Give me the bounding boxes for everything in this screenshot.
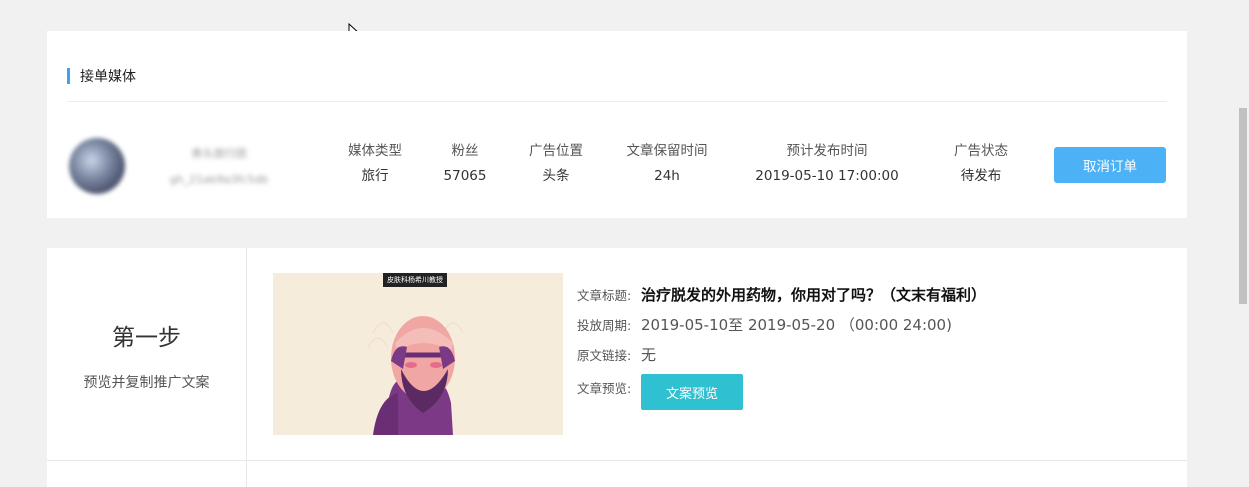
field-label: 文章预览: [577,381,632,396]
article-preview-row: 文章预览: 文案预览 [577,374,986,410]
stat-value: 57065 [443,168,487,184]
field-label: 投放周期: [577,318,632,333]
stat-label: 媒体类型 [348,143,402,159]
stat-fans: 粉丝 57065 [425,141,505,186]
article-title-row: 文章标题: 治疗脱发的外用药物，你用对了吗？（文末有福利） [577,284,986,305]
stat-value: 2019-05-10 17:00:00 [755,168,899,184]
step-title: 第一步 [112,325,181,351]
stat-label: 文章保留时间 [626,143,708,159]
stat-media-type: 媒体类型 旅行 [330,141,420,186]
bald-man-illustration [367,316,464,435]
step-subtitle: 预览并复制推广文案 [83,375,210,391]
field-label: 文章标题: [577,288,632,303]
cancel-order-button[interactable]: 取消订单 [1054,147,1166,183]
article-link: 无 [641,346,657,364]
article-cover-image: 皮肤科杨希川教授 [273,273,563,435]
stat-label: 广告状态 [954,143,1008,159]
article-period-row: 投放周期: 2019-05-10至 2019-05-20 （00:00 24:0… [577,314,986,335]
media-order-card: 接单媒体 券头旅行团 gh_21ab9a3fc5db 媒体类型 旅行 粉丝 57… [47,31,1187,218]
step-label-panel: 第一步 预览并复制推广文案 [47,248,247,460]
media-name: 券头旅行团 [191,147,247,160]
copy-preview-button[interactable]: 文案预览 [641,374,743,410]
stat-publish-time: 预计发布时间 2019-05-10 17:00:00 [747,141,907,186]
stat-value: 待发布 [960,168,1002,184]
stat-retention-time: 文章保留时间 24h [612,141,722,186]
article-info: 文章标题: 治疗脱发的外用药物，你用对了吗？（文末有福利） 投放周期: 2019… [577,284,986,419]
scrollbar-thumb[interactable] [1239,108,1247,304]
stat-value: 头条 [542,168,570,184]
divider [67,101,1167,102]
section-title-accent [67,68,70,84]
article-title: 治疗脱发的外用药物，你用对了吗？（文末有福利） [641,286,987,304]
stat-value: 24h [654,168,680,184]
stat-label: 粉丝 [451,143,479,159]
avatar [69,138,125,194]
stat-label: 预计发布时间 [786,143,868,159]
stat-label: 广告位置 [529,143,583,159]
stat-value: 旅行 [361,168,389,184]
section-title: 接单媒体 [67,67,136,85]
media-info: 券头旅行团 gh_21ab9a3fc5db [159,141,279,193]
field-label: 原文链接: [577,348,632,363]
next-step-panel [47,461,247,487]
stat-ad-position: 广告位置 头条 [511,141,601,186]
section-title-text: 接单媒体 [80,69,136,85]
article-link-row: 原文链接: 无 [577,344,986,365]
stat-ad-status: 广告状态 待发布 [936,141,1026,186]
media-id: gh_21ab9a3fc5db [169,173,269,186]
page-scrollbar[interactable] [1237,0,1249,487]
article-period: 2019-05-10至 2019-05-20 （00:00 24:00) [641,316,952,334]
step-card: 第一步 预览并复制推广文案 皮肤科杨希川教授 文章标题: 治疗脱发的外用药物，你… [47,248,1187,487]
